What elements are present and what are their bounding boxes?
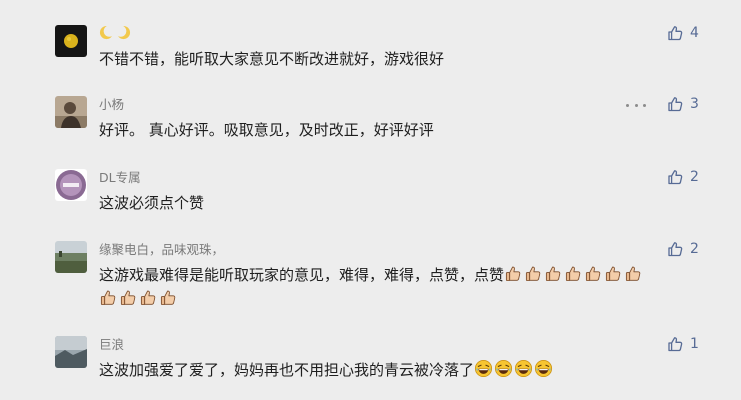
laughing-face-icon [514,359,533,378]
sky-avatar-icon [55,336,87,368]
like-count: 1 [690,336,699,352]
thumbs-up-icon [525,266,541,282]
more-options-button[interactable] [626,97,646,113]
name-emoji-group [99,25,131,40]
comment-list: 不错不错，能听取大家意见不断改进就好，游戏很好 4 小杨 好评。 真心好评。吸取… [0,0,741,400]
dark-moon-avatar-icon [55,25,87,57]
avatar[interactable] [55,25,87,57]
thumbs-up-icon [160,290,176,306]
commenter-name[interactable]: 小杨 [99,96,124,114]
purple-avatar-icon [55,169,87,201]
commenter-name[interactable]: 巨浪 [99,336,124,354]
thumbs-up-outline-icon [668,242,683,257]
avatar[interactable] [55,336,87,368]
comment-text-line: 不错不错，能听取大家意见不断改进就好，游戏很好 [99,50,445,68]
avatar[interactable] [55,96,87,128]
comment-text-line: 这游戏最难得是能听取玩家的意见，难得，难得，点赞，点赞 [99,263,699,287]
thumbs-up-icon [585,266,601,282]
like-count: 2 [690,169,699,185]
dot-icon [626,103,629,107]
comment-text-line: 好评。 真心好评。吸取意见，及时改正，好评好评 [99,121,434,139]
laughing-face-icon [534,359,553,378]
comment-text: 好评。 真心好评。吸取意见，及时改正，好评好评 [99,118,699,142]
thumbs-up-icon [505,266,521,282]
comment-text-line: 这波加强爱了爱了，妈妈再也不用担心我的青云被冷落了 [99,358,699,382]
thumbs-up-icon [565,266,581,282]
thumbs-up-icon [100,290,116,306]
comment-text: 这波加强爱了爱了，妈妈再也不用担心我的青云被冷落了 [99,358,699,382]
avatar[interactable] [55,169,87,201]
like-count: 3 [690,96,699,112]
thumbs-up-icon [625,266,641,282]
dot-icon [634,103,638,107]
crescent-moon-icon [116,25,131,40]
like-button[interactable]: 4 [667,23,699,43]
laughing-face-icon [474,359,493,378]
dot-icon [643,103,646,107]
comment-text-line [99,287,699,311]
thumbs-up-outline-icon [668,26,683,41]
like-count: 4 [690,25,699,41]
landscape-avatar-icon [55,241,87,273]
thumbs-up-icon [545,266,561,282]
thumbs-up-icon [140,290,156,306]
thumbs-up-icon [120,290,136,306]
thumbs-up-icon [605,266,621,282]
crescent-moon-icon [99,25,114,40]
comment-text: 这游戏最难得是能听取玩家的意见，难得，难得，点赞，点赞 [99,263,699,311]
like-button[interactable]: 2 [667,167,699,187]
like-button[interactable]: 2 [667,239,699,259]
laughing-face-icon [494,359,513,378]
comment-text: 不错不错，能听取大家意见不断改进就好，游戏很好 [99,47,699,71]
thumbs-up-outline-icon [668,170,683,185]
avatar[interactable] [55,241,87,273]
person-avatar-icon [55,96,87,128]
like-button[interactable]: 3 [667,94,699,114]
commenter-name[interactable]: DL专属 [99,169,141,187]
comment-text-line: 这波必须点个赞 [99,194,205,212]
thumbs-up-outline-icon [668,337,683,352]
like-button[interactable]: 1 [667,334,699,354]
thumbs-up-outline-icon [668,97,683,112]
comment-text: 这波必须点个赞 [99,191,699,215]
commenter-name[interactable]: 缘聚电白，品味观珠， [99,241,224,259]
like-count: 2 [690,241,699,257]
commenter-name[interactable] [99,25,131,45]
